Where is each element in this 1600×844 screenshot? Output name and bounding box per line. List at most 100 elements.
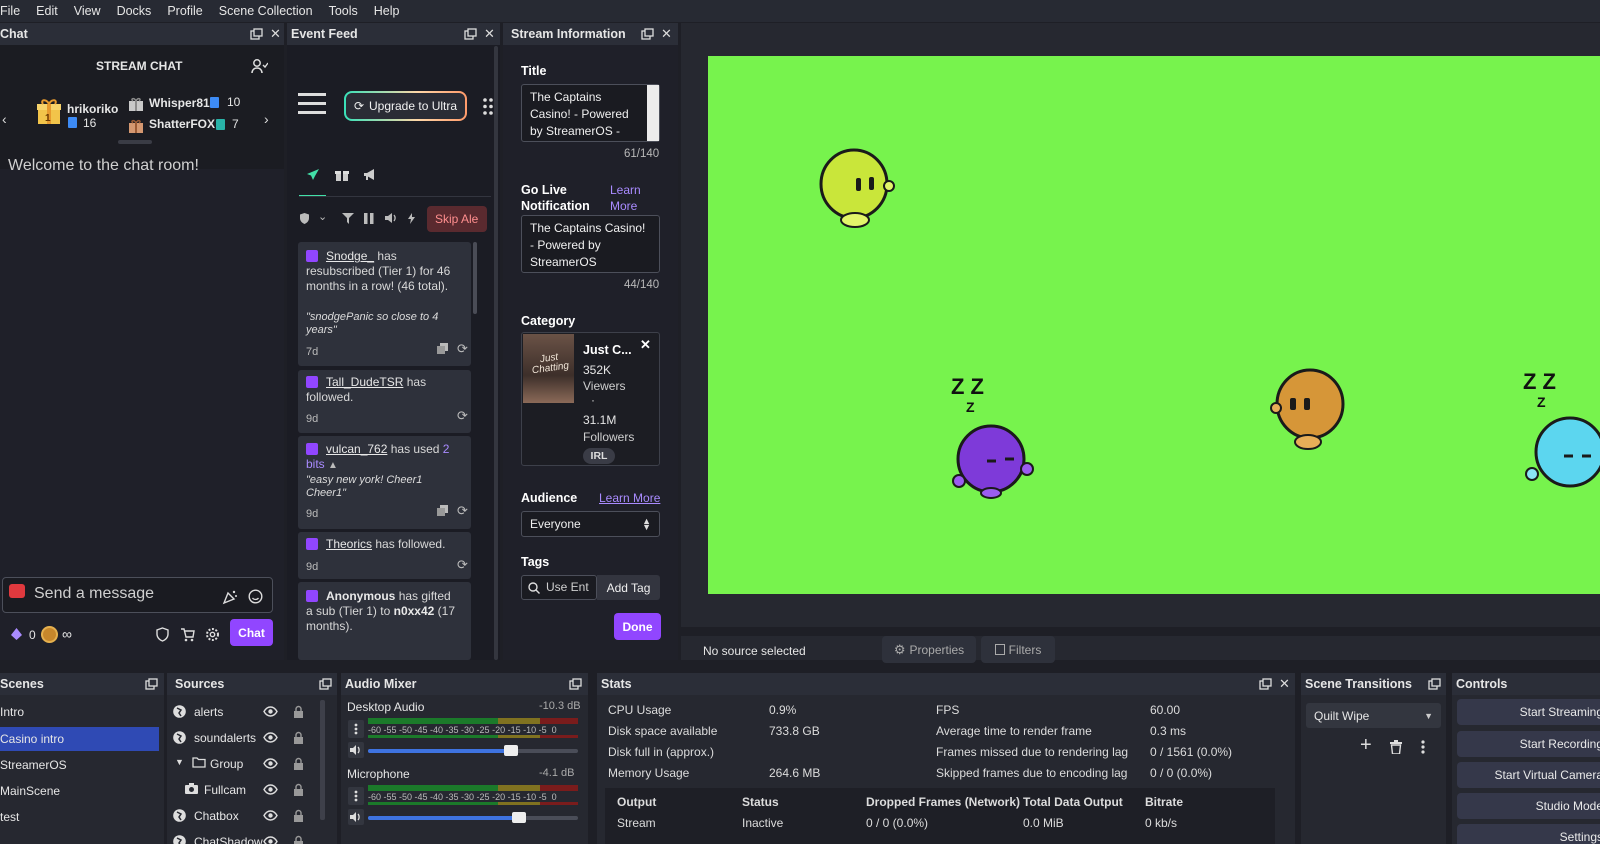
visibility-eye-icon[interactable] [263, 836, 278, 844]
source-item[interactable]: ChatShadow [167, 830, 322, 844]
dock-scrollbar[interactable] [494, 46, 498, 660]
lightning-icon[interactable] [407, 213, 416, 227]
undock-icon[interactable] [145, 673, 158, 695]
lock-icon[interactable] [293, 835, 304, 844]
category-tag[interactable]: IRL [583, 448, 615, 464]
start-streaming-button[interactable]: Start Streaming [1457, 699, 1600, 725]
event-user[interactable]: Snodge_ [326, 249, 374, 263]
lock-icon[interactable] [293, 705, 304, 721]
event-feed-scrollbar[interactable] [473, 242, 477, 314]
close-icon[interactable]: ✕ [661, 23, 672, 45]
done-button[interactable]: Done [614, 613, 661, 640]
filters-button[interactable]: Filters [981, 636, 1055, 663]
gift-tab-icon[interactable] [335, 168, 349, 184]
chevron-down-icon[interactable]: ▼ [175, 757, 184, 767]
scene-item[interactable]: Intro [0, 700, 159, 724]
undock-icon[interactable] [319, 673, 332, 695]
audio-options-icon[interactable] [348, 787, 364, 805]
mod-shield-icon[interactable] [156, 627, 169, 645]
megaphone-tab-icon[interactable] [363, 168, 378, 184]
undock-icon[interactable] [641, 23, 654, 45]
chat-users-icon[interactable] [251, 58, 269, 77]
menu-scene-collection[interactable]: Scene Collection [211, 4, 321, 18]
upgrade-button[interactable]: ⟳ Upgrade to Ultra [344, 91, 467, 121]
emote-icon[interactable] [222, 589, 238, 608]
visibility-eye-icon[interactable] [263, 758, 278, 772]
menu-profile[interactable]: Profile [159, 4, 210, 18]
copy-icon[interactable] [436, 343, 449, 358]
channel-points-icon[interactable] [41, 626, 58, 643]
chevron-down-icon[interactable]: ⌄ [318, 210, 327, 223]
close-icon[interactable]: ✕ [270, 23, 281, 45]
apps-grid-icon[interactable] [483, 98, 493, 118]
settings-gear-icon[interactable] [205, 627, 220, 645]
settings-button[interactable]: Settings [1457, 824, 1600, 844]
event-user[interactable]: vulcan_762 [326, 442, 387, 456]
learn-link[interactable]: Learn [610, 183, 641, 197]
volume-slider-handle[interactable] [504, 745, 518, 756]
replay-icon[interactable]: ⟳ [457, 408, 468, 424]
start-virtual-camera-button[interactable]: Start Virtual Camera [1457, 762, 1600, 788]
speaker-icon[interactable] [348, 742, 364, 758]
golive-input[interactable]: The Captains Casino! - Powered by Stream… [521, 215, 660, 273]
menu-docks[interactable]: Docks [109, 4, 160, 18]
lock-icon[interactable] [293, 757, 304, 773]
audience-select[interactable]: Everyone ▲ ▼ [521, 511, 660, 537]
undock-icon[interactable] [1259, 673, 1272, 695]
chevron-left-icon[interactable]: ‹ [2, 111, 7, 127]
source-item[interactable]: soundalerts [167, 726, 322, 750]
event-user[interactable]: Tall_DudeTSR [326, 375, 403, 389]
properties-button[interactable]: ⚙ Properties [882, 636, 976, 663]
remove-category-icon[interactable]: ✕ [640, 337, 651, 353]
more-link[interactable]: More [610, 199, 637, 213]
lock-icon[interactable] [293, 809, 304, 825]
add-tag-button[interactable]: Add Tag [597, 575, 660, 600]
send-tab-icon[interactable] [306, 168, 320, 184]
sources-scrollbar[interactable] [320, 700, 325, 820]
close-icon[interactable]: ✕ [484, 23, 495, 45]
title-input[interactable]: The Captains Casino! - Powered by Stream… [521, 84, 660, 142]
copy-icon[interactable] [436, 505, 449, 520]
message-input[interactable]: Send a message [34, 585, 154, 603]
menu-file[interactable]: File [0, 4, 28, 18]
hamburger-menu-icon[interactable] [298, 93, 326, 118]
audio-options-icon[interactable] [348, 720, 364, 738]
visibility-eye-icon[interactable] [263, 810, 278, 824]
undock-icon[interactable] [569, 673, 582, 695]
tags-input-box[interactable]: Use Ent [521, 575, 597, 600]
audience-learn-more-link[interactable]: Learn More [599, 491, 660, 505]
scene-item[interactable]: StreamerOS [0, 753, 159, 777]
transition-select[interactable]: Quilt Wipe ▼ [1306, 703, 1441, 728]
undock-icon[interactable] [1428, 673, 1441, 695]
shield-icon[interactable] [299, 212, 310, 228]
menu-tools[interactable]: Tools [321, 4, 366, 18]
source-item[interactable]: ▼ Group [167, 752, 322, 776]
scene-item[interactable]: test [0, 805, 159, 829]
cart-icon[interactable] [180, 627, 195, 645]
visibility-eye-icon[interactable] [263, 732, 278, 746]
pause-icon[interactable] [364, 213, 374, 227]
undock-icon[interactable] [464, 23, 477, 45]
visibility-eye-icon[interactable] [263, 784, 278, 798]
studio-mode-button[interactable]: Studio Mode [1457, 793, 1600, 819]
add-icon[interactable]: + [1360, 734, 1372, 757]
visibility-eye-icon[interactable] [263, 706, 278, 720]
speaker-icon[interactable] [348, 809, 364, 825]
filter-icon[interactable] [342, 213, 354, 227]
chevron-right-icon[interactable]: › [264, 111, 269, 127]
replay-icon[interactable]: ⟳ [457, 503, 468, 519]
lock-icon[interactable] [293, 731, 304, 747]
menu-edit[interactable]: Edit [28, 4, 66, 18]
skip-alert-button[interactable]: Skip Ale [427, 206, 487, 232]
lock-icon[interactable] [293, 783, 304, 799]
kebab-menu-icon[interactable] [1421, 740, 1425, 757]
volume-icon[interactable] [384, 212, 397, 227]
menu-help[interactable]: Help [366, 4, 408, 18]
volume-slider-handle[interactable] [512, 812, 526, 823]
scene-item[interactable]: MainScene [0, 779, 159, 803]
close-icon[interactable]: ✕ [1279, 673, 1290, 695]
trash-icon[interactable] [1390, 740, 1402, 757]
scene-item-selected[interactable]: Casino intro [0, 727, 159, 751]
replay-icon[interactable]: ⟳ [457, 557, 468, 573]
tags-input[interactable]: Use Ent [546, 579, 589, 596]
